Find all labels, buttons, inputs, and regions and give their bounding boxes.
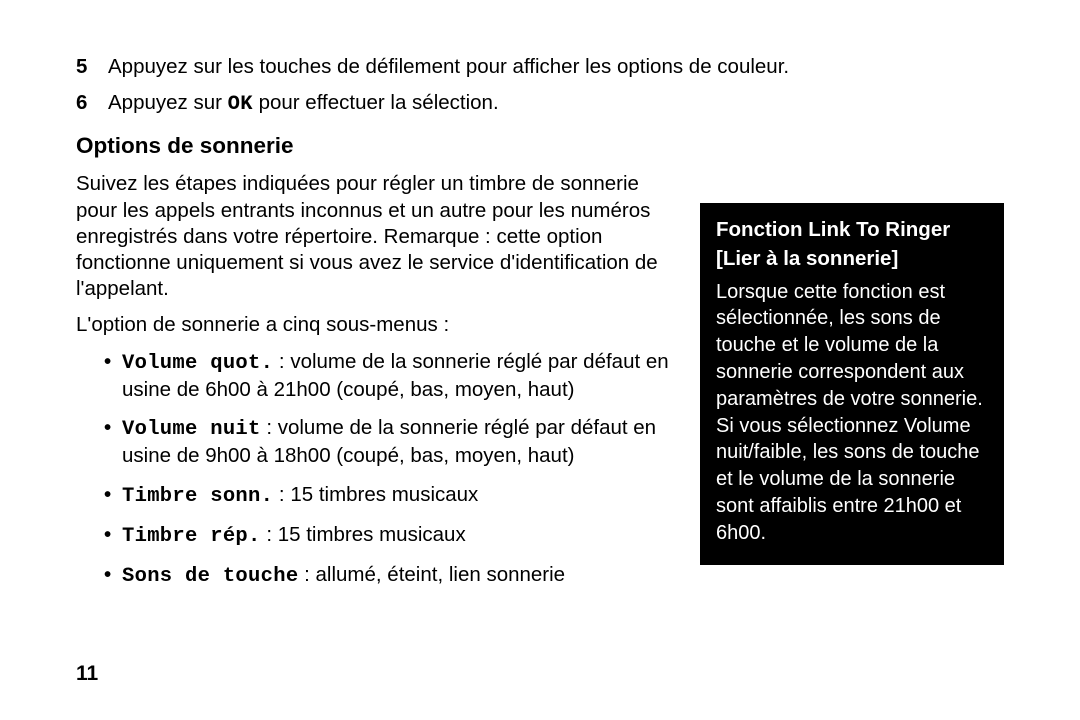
option-label: Volume quot. [122, 352, 273, 375]
option-label: Timbre rép. [122, 525, 261, 548]
left-column: Suivez les étapes indiquées pour régler … [76, 167, 676, 602]
columns: Suivez les étapes indiquées pour régler … [76, 167, 1004, 602]
step-suffix: pour effectuer la sélection. [253, 91, 499, 114]
list-item: Volume nuit : volume de la sonnerie régl… [104, 415, 676, 469]
step-text: Appuyez sur OK pour effectuer la sélecti… [108, 90, 1004, 118]
step-5: 5 Appuyez sur les touches de défilement … [76, 54, 1004, 80]
ok-key: OK [228, 93, 253, 116]
option-text: : 15 timbres musicaux [273, 483, 478, 506]
submenus-lead: L'option de sonnerie a cinq sous-menus : [76, 312, 676, 338]
option-text: : allumé, éteint, lien sonnerie [298, 563, 565, 586]
step-number: 6 [76, 90, 94, 118]
step-text: Appuyez sur les touches de défilement po… [108, 54, 1004, 80]
option-label: Volume nuit [122, 418, 261, 441]
option-label: Timbre sonn. [122, 485, 273, 508]
page-number: 11 [76, 661, 98, 688]
list-item: Timbre rép. : 15 timbres musicaux [104, 522, 676, 550]
option-label: Sons de touche [122, 565, 298, 588]
option-text: : 15 timbres musicaux [261, 523, 466, 546]
step-number: 5 [76, 54, 94, 80]
sidebar-box: Fonction Link To Ringer [Lier à la sonne… [700, 203, 1004, 564]
right-column: Fonction Link To Ringer [Lier à la sonne… [700, 167, 1004, 564]
list-item: Timbre sonn. : 15 timbres musicaux [104, 482, 676, 510]
list-item: Sons de touche : allumé, éteint, lien so… [104, 562, 676, 590]
intro-paragraph: Suivez les étapes indiquées pour régler … [76, 171, 676, 302]
step-6: 6 Appuyez sur OK pour effectuer la sélec… [76, 90, 1004, 118]
list-item: Volume quot. : volume de la sonnerie rég… [104, 349, 676, 403]
sidebar-title: Fonction Link To Ringer [716, 217, 988, 244]
page: 5 Appuyez sur les touches de défilement … [0, 0, 1080, 720]
step-prefix: Appuyez sur [108, 91, 228, 114]
bullet-list: Volume quot. : volume de la sonnerie rég… [76, 349, 676, 591]
sidebar-subtitle: [Lier à la sonnerie] [716, 246, 988, 273]
sidebar-body: Lorsque cette fonction est sélectionnée,… [716, 279, 988, 547]
section-heading: Options de sonnerie [76, 132, 1004, 161]
